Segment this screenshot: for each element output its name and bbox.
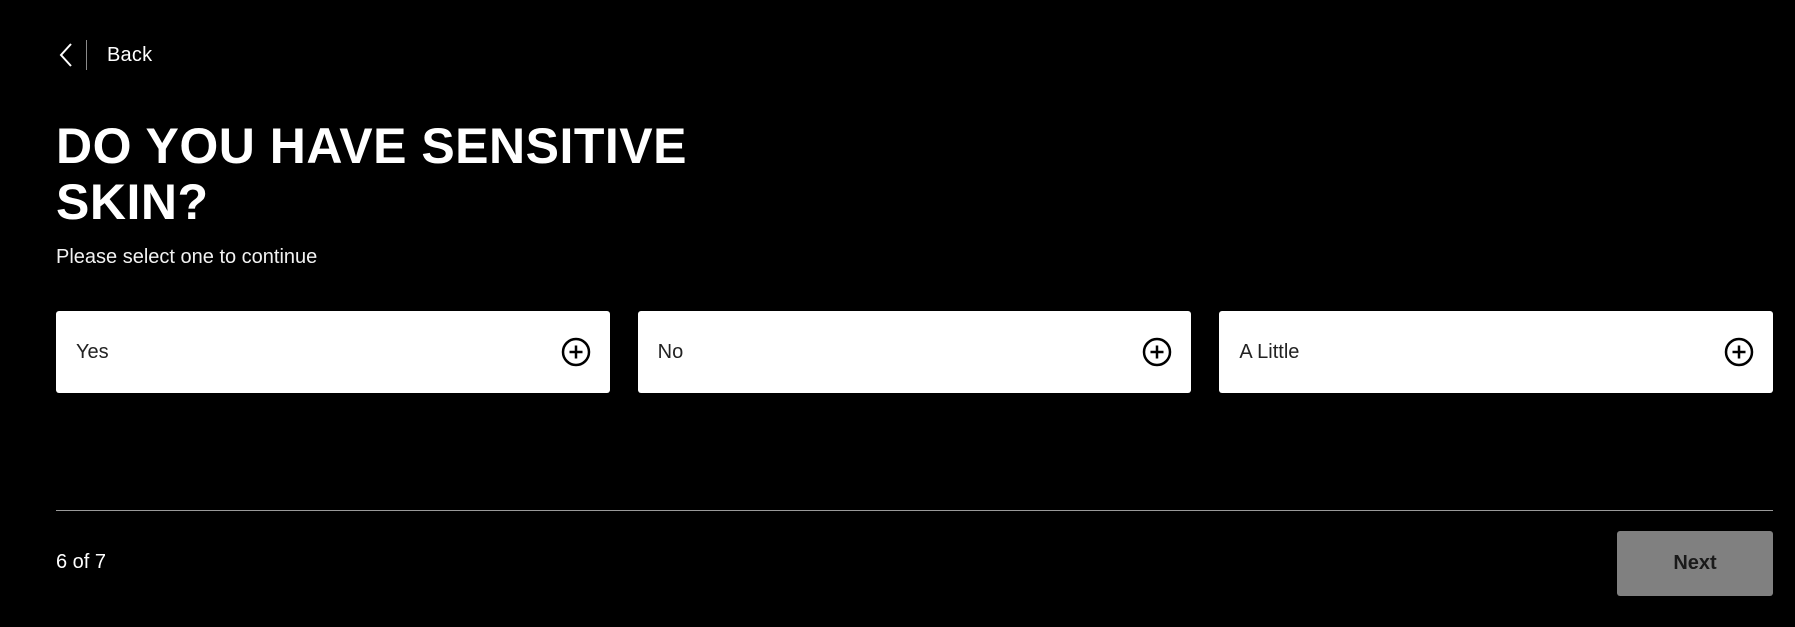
back-divider — [86, 40, 87, 70]
page-subtitle: Please select one to continue — [56, 246, 318, 268]
chevron-left-icon[interactable] — [56, 38, 76, 72]
option-no[interactable]: No — [637, 311, 1192, 393]
answer-options: Yes No A Little — [56, 311, 1774, 393]
page-title: DO YOU HAVE SENSITIVE SKIN? — [56, 118, 688, 230]
plus-circle-icon — [1723, 336, 1755, 368]
plus-circle-icon — [560, 336, 592, 368]
next-button[interactable]: Next — [1617, 531, 1773, 596]
back-link[interactable]: Back — [56, 38, 152, 72]
option-yes[interactable]: Yes — [56, 311, 610, 393]
plus-circle-icon — [1141, 336, 1173, 368]
option-label: A Little — [1239, 340, 1300, 363]
footer-divider — [56, 510, 1773, 511]
back-label[interactable]: Back — [107, 44, 152, 67]
step-progress: 6 of 7 — [56, 551, 107, 573]
option-label: No — [657, 340, 684, 363]
option-label: Yes — [76, 340, 109, 363]
option-a-little[interactable]: A Little — [1219, 311, 1774, 393]
